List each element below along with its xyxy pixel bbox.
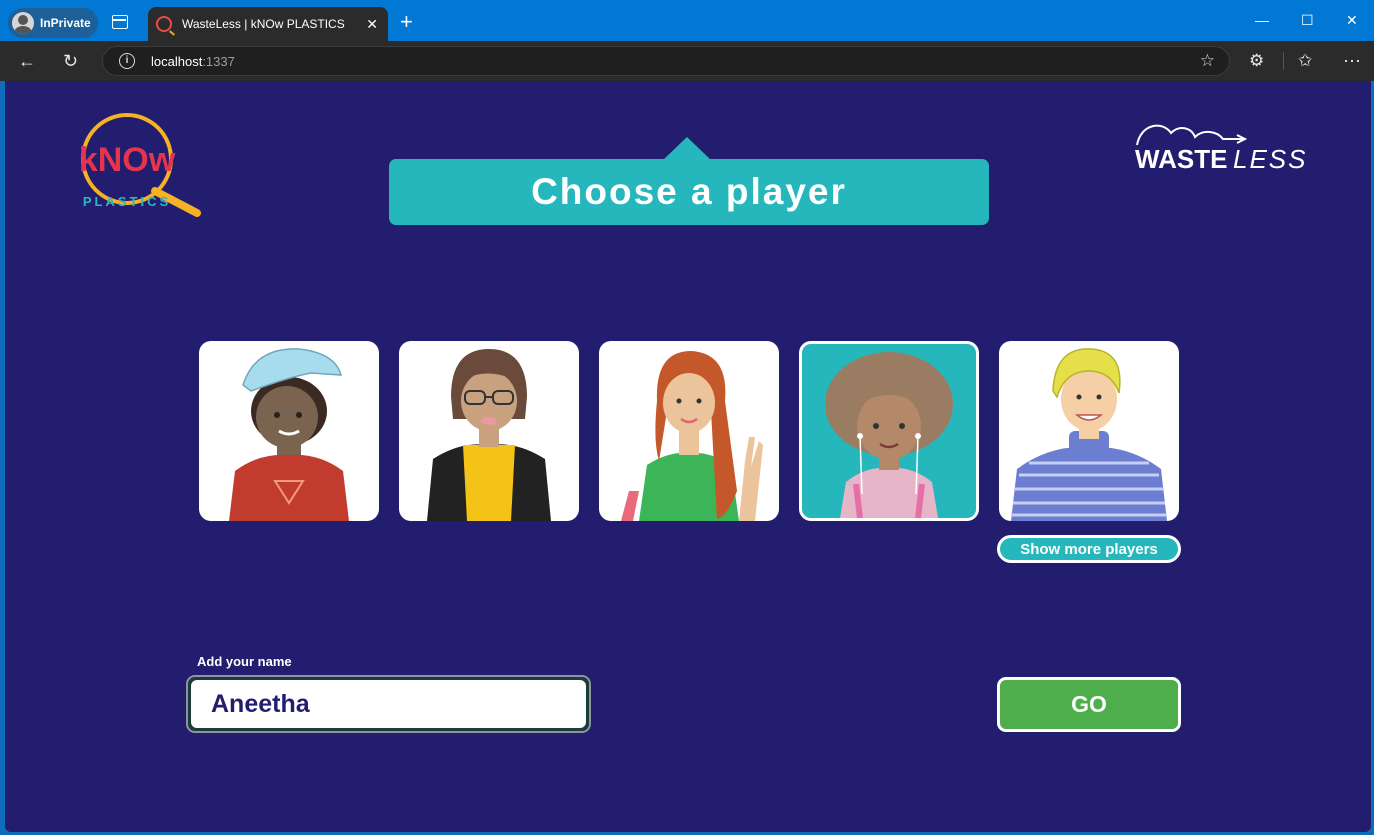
go-button[interactable]: GO (997, 677, 1181, 732)
more-menu-icon[interactable]: ⋯ (1343, 50, 1361, 72)
browser-tab-active[interactable]: WasteLess | kNOw PLASTICS ✕ (148, 7, 388, 41)
close-tab-icon[interactable]: ✕ (366, 16, 378, 33)
close-window-icon[interactable]: ✕ (1346, 12, 1358, 29)
player-avatar-1 (229, 348, 349, 521)
url-text: localhost:1337 (151, 54, 235, 69)
name-field-label: Add your name (197, 654, 292, 669)
show-more-players-button[interactable]: Show more players (997, 535, 1181, 563)
browser-toolbar: ← ↻ i localhost:1337 ☆ ⚙ ✩ ⋯ (0, 41, 1374, 81)
favicon-icon (156, 16, 172, 32)
player-card-3[interactable] (599, 341, 779, 521)
toolbar-divider (1283, 52, 1284, 70)
address-bar[interactable]: i localhost:1337 ☆ (102, 46, 1230, 76)
inprivate-label: InPrivate (40, 16, 91, 30)
minimize-icon[interactable]: — (1255, 12, 1269, 28)
know-logo-text: kNOw (79, 141, 176, 179)
player-card-5[interactable] (999, 341, 1179, 521)
browser-titlebar: InPrivate WasteLess | kNOw PLASTICS ✕ + … (0, 0, 1374, 41)
page-content: kNOw PLASTICS WASTE LESS Choose a player (5, 81, 1371, 832)
player-avatar-3 (621, 351, 763, 521)
extensions-icon[interactable]: ⚙ (1249, 50, 1264, 72)
tab-actions-icon[interactable] (112, 15, 128, 29)
player-card-1[interactable] (199, 341, 379, 521)
wasteless-logo: WASTE LESS (1135, 124, 1308, 173)
player-card-4-selected[interactable] (799, 341, 979, 521)
maximize-icon[interactable]: ☐ (1301, 12, 1314, 29)
player-avatar-4 (825, 352, 953, 518)
player-card-2[interactable] (399, 341, 579, 521)
refresh-icon[interactable]: ↻ (63, 50, 78, 72)
name-input-wrapper (186, 675, 591, 733)
favorites-icon[interactable]: ✩ (1298, 50, 1312, 72)
name-input[interactable] (191, 680, 586, 728)
plastics-logo-text: PLASTICS (83, 194, 171, 209)
back-arrow-icon[interactable]: ← (18, 50, 36, 72)
heading-banner: Choose a player (389, 137, 989, 225)
tab-title: WasteLess | kNOw PLASTICS (182, 17, 345, 31)
profile-avatar-icon (12, 12, 34, 34)
inprivate-profile-button[interactable]: InPrivate (8, 8, 98, 38)
favorite-star-icon[interactable]: ☆ (1200, 51, 1215, 71)
know-plastics-logo: kNOw PLASTICS (79, 113, 201, 217)
new-tab-icon[interactable]: + (400, 10, 413, 34)
site-info-icon[interactable]: i (119, 53, 135, 69)
player-avatar-2 (427, 349, 551, 521)
less-logo-text: LESS (1233, 144, 1308, 173)
waste-logo-text: WASTE (1135, 144, 1227, 173)
player-avatar-5 (1011, 348, 1167, 521)
page-title: Choose a player (531, 171, 847, 212)
